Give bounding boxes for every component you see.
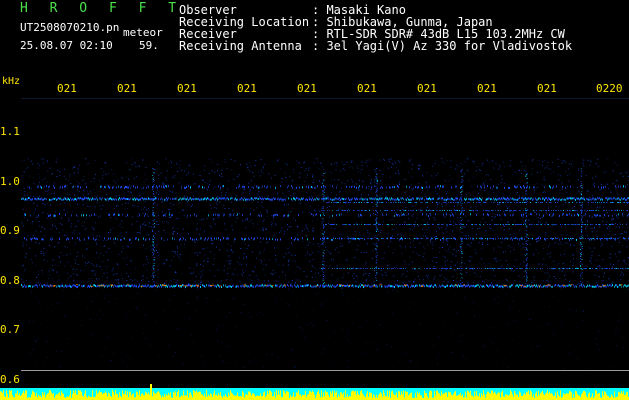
x-tick-label: 021 bbox=[57, 82, 77, 95]
x-tick-label: 021 bbox=[237, 82, 257, 95]
y-tick-label: 1.1 bbox=[0, 125, 20, 138]
y-tick-label: 0.7 bbox=[0, 323, 20, 336]
signal-bands bbox=[21, 168, 629, 288]
x-tick-label: 021 bbox=[297, 82, 317, 95]
x-tick-label: 021 bbox=[477, 82, 497, 95]
file-name: UT2508070210.pn bbox=[20, 21, 120, 34]
axis-unit-label: kHz bbox=[2, 76, 21, 87]
x-tick-label: 021 bbox=[417, 82, 437, 95]
y-tick-label: 0.9 bbox=[0, 224, 20, 237]
y-tick-label: 0.8 bbox=[0, 274, 20, 287]
spectrogram-screen: H R O F F T UT2508070210.pn meteor 25.08… bbox=[0, 0, 629, 400]
spectrogram-plot bbox=[21, 158, 629, 369]
noise-layer bbox=[21, 158, 629, 369]
x-tick-label: 021 bbox=[117, 82, 137, 95]
meteor-count: 59. bbox=[139, 39, 159, 52]
x-tick-label: 021 bbox=[177, 82, 197, 95]
antenna-value: : 3el Yagi(V) Az 330 for Vladivostok bbox=[312, 39, 573, 53]
brand-title: H R O F F T bbox=[20, 1, 184, 16]
date-time: 25.08.07 02:10 bbox=[20, 39, 113, 52]
y-tick-label: 1.0 bbox=[0, 175, 20, 188]
antenna-label: Receiving Antenna bbox=[179, 39, 302, 53]
x-tick-label: 021 bbox=[537, 82, 557, 95]
x-tick-label: 021 bbox=[357, 82, 377, 95]
signal-level-bar bbox=[0, 384, 629, 400]
baseline-divider bbox=[21, 370, 629, 371]
meteor-label: meteor bbox=[123, 26, 163, 39]
x-tick-label: 0220 bbox=[596, 82, 623, 95]
